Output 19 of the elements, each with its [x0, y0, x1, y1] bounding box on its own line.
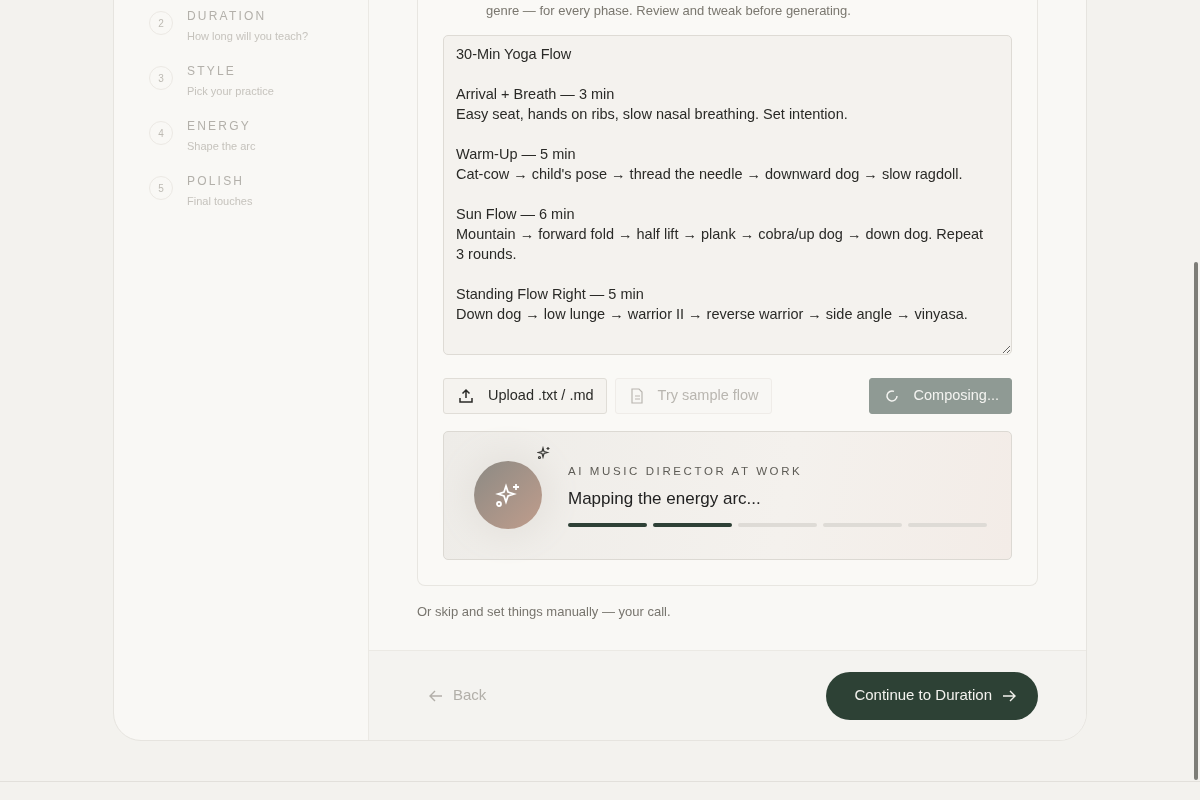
step-title: ENERGY — [187, 119, 252, 133]
sparkle-icon — [537, 445, 551, 460]
arrow-right-icon — [1002, 688, 1016, 703]
upload-icon — [458, 387, 474, 404]
status-eyebrow: AI MUSIC DIRECTOR AT WORK — [568, 463, 804, 479]
step-subtitle: Pick your practice — [187, 84, 274, 99]
step-title: POLISH — [187, 174, 246, 188]
skip-note: Or skip and set things manually — your call. — [417, 602, 672, 621]
document-icon — [629, 387, 644, 404]
step-title: STYLE — [187, 64, 237, 78]
flow-text-area[interactable]: 30-Min Yoga Flow Arrival + Breath — 3 min Easy seat, hands on ribs, slow nasal breathing. Set intention. Warm-Up — 5 min Cat-cow → child's pose → thread the needle → downward dog → slow ragdoll. Sun Flow — 6 min Mountain → forward fold → half lift → plank → cobra/up dog → down dog. Repeat 3 rounds. Standing Flow Right — 5 min Down dog → low lunge → warrior II → reverse warrior → side angle → vinyasa. — [443, 34, 1012, 355]
continue-button[interactable]: Continue to Duration — [826, 671, 1038, 720]
scrollbar[interactable] — [1194, 262, 1198, 780]
step-title: DURATION — [187, 9, 268, 23]
upload-button[interactable]: Upload .txt / .md — [443, 377, 607, 414]
spinner-icon — [883, 387, 900, 404]
instruction-text: genre — for every phase. Review and tweak before generating. — [485, 2, 852, 20]
arrow-left-icon — [429, 688, 443, 703]
status-message: Mapping the energy arc... — [568, 487, 762, 510]
